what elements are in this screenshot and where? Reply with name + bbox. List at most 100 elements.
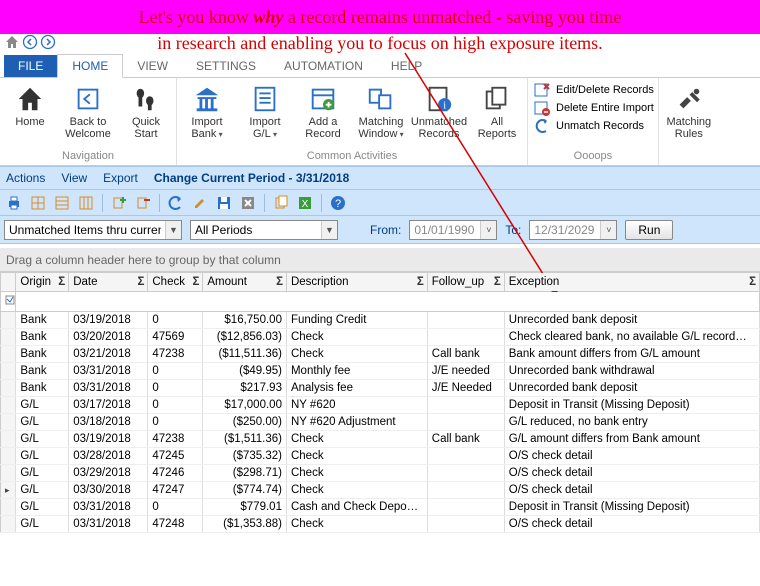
chevron-down-icon[interactable]: ▼ (165, 221, 181, 239)
group-by-bar[interactable]: Drag a column header here to group by th… (0, 248, 760, 272)
tab-automation[interactable]: AUTOMATION (270, 55, 377, 77)
row-selector[interactable] (1, 346, 16, 363)
col-followup[interactable]: Follow_upΣ (427, 273, 504, 292)
chevron-down-icon[interactable]: ˅ (480, 221, 496, 239)
table-row[interactable]: Bank03/19/20180$16,750.00Funding CreditU… (1, 312, 760, 329)
scope-select[interactable]: ▼ (4, 220, 182, 240)
import-bank-button[interactable]: Import Bank ▾ (181, 82, 233, 140)
to-input[interactable] (530, 221, 600, 239)
col-origin[interactable]: OriginΣ (16, 273, 69, 292)
excel-icon[interactable]: X (295, 193, 315, 213)
cell-amount: ($49.95) (203, 363, 287, 380)
print-icon[interactable] (4, 193, 24, 213)
row-selector[interactable] (1, 431, 16, 448)
table-row[interactable]: Bank03/20/201847569($12,856.03)CheckChec… (1, 329, 760, 346)
from-date[interactable]: ˅ (409, 220, 497, 240)
row-selector[interactable] (1, 465, 16, 482)
forward-icon[interactable] (40, 34, 56, 53)
grid3-icon[interactable] (76, 193, 96, 213)
from-input[interactable] (410, 221, 480, 239)
cell-origin: G/L (16, 516, 69, 533)
table-row[interactable]: Bank03/21/201847238($11,511.36)CheckCall… (1, 346, 760, 363)
back-to-welcome-button[interactable]: Back to Welcome (62, 82, 114, 140)
row-selector[interactable] (1, 363, 16, 380)
table-row[interactable]: G/L03/19/201847238($1,511.36)CheckCall b… (1, 431, 760, 448)
discard-icon[interactable] (238, 193, 258, 213)
row-selector[interactable] (1, 380, 16, 397)
tab-settings[interactable]: SETTINGS (182, 55, 270, 77)
run-button[interactable]: Run (625, 220, 673, 240)
cell-followup (427, 329, 504, 346)
copy-icon[interactable] (271, 193, 291, 213)
row-selector[interactable] (1, 397, 16, 414)
cell-origin: Bank (16, 346, 69, 363)
tab-help[interactable]: HELP (377, 55, 436, 77)
home-icon[interactable] (4, 34, 20, 53)
row-selector[interactable] (1, 312, 16, 329)
table-row[interactable]: Bank03/31/20180$217.93Analysis feeJ/E Ne… (1, 380, 760, 397)
undo-icon[interactable] (166, 193, 186, 213)
table-row[interactable]: G/L03/28/201847245($735.32)CheckO/S chec… (1, 448, 760, 465)
table-row[interactable]: G/L03/31/201847248($1,353.88)CheckO/S ch… (1, 516, 760, 533)
unmatched-records-button[interactable]: i Unmatched Records (413, 82, 465, 140)
col-description[interactable]: DescriptionΣ (286, 273, 427, 292)
cell-amount: ($12,856.03) (203, 329, 287, 346)
col-date[interactable]: DateΣ (69, 273, 148, 292)
filter-row-icon[interactable] (1, 292, 16, 312)
table-row[interactable]: G/L03/31/20180$779.01Cash and Check Depo… (1, 499, 760, 516)
back-icon[interactable] (22, 34, 38, 53)
scope-input[interactable] (5, 221, 165, 239)
tab-view[interactable]: VIEW (123, 55, 182, 77)
table-row[interactable]: Bank03/31/20180($49.95)Monthly feeJ/E ne… (1, 363, 760, 380)
cell-description: Check (286, 482, 427, 499)
grid1-icon[interactable] (28, 193, 48, 213)
matching-window-label: Matching Window ▾ (358, 116, 403, 140)
delete-entire-import-button[interactable]: Delete Entire Import (534, 100, 654, 116)
tab-home[interactable]: HOME (57, 54, 123, 78)
save-icon[interactable] (214, 193, 234, 213)
home-label: Home (15, 116, 44, 128)
tab-file[interactable]: FILE (4, 55, 57, 77)
col-amount[interactable]: AmountΣ (203, 273, 287, 292)
cell-description: Check (286, 465, 427, 482)
unmatch-records-button[interactable]: Unmatch Records (534, 118, 654, 134)
view-menu[interactable]: View (61, 171, 87, 185)
row-selector[interactable] (1, 516, 16, 533)
row-selector[interactable] (1, 448, 16, 465)
quick-start-button[interactable]: Quick Start (120, 82, 172, 140)
grid2-icon[interactable] (52, 193, 72, 213)
to-date[interactable]: ˅ (529, 220, 617, 240)
add-icon[interactable] (109, 193, 129, 213)
table-row[interactable]: G/L03/18/20180($250.00)NY #620 Adjustmen… (1, 414, 760, 431)
chevron-down-icon[interactable]: ▼ (321, 221, 337, 239)
svg-text:X: X (302, 199, 309, 210)
current-period-status[interactable]: Change Current Period - 3/31/2018 (154, 171, 349, 185)
row-selector[interactable] (1, 414, 16, 431)
col-exception[interactable]: ExceptionΣ (504, 273, 759, 292)
edit-delete-records-button[interactable]: Edit/Delete Records (534, 82, 654, 98)
help-icon[interactable]: ? (328, 193, 348, 213)
all-reports-button[interactable]: All Reports (471, 82, 523, 140)
remove-icon[interactable] (133, 193, 153, 213)
table-row[interactable]: G/L03/17/20180$17,000.00NY #620Deposit i… (1, 397, 760, 414)
row-selector[interactable] (1, 499, 16, 516)
col-check[interactable]: CheckΣ (148, 273, 203, 292)
actions-menu[interactable]: Actions (6, 171, 45, 185)
export-menu[interactable]: Export (103, 171, 138, 185)
add-record-button[interactable]: Add a Record (297, 82, 349, 140)
cell-amount: ($11,511.36) (203, 346, 287, 363)
table-row[interactable]: G/L03/29/201847246($298.71)CheckO/S chec… (1, 465, 760, 482)
period-select[interactable]: ▼ (190, 220, 338, 240)
row-selector[interactable] (1, 482, 16, 499)
matching-window-button[interactable]: Matching Window ▾ (355, 82, 407, 140)
cell-check: 0 (148, 397, 203, 414)
table-row[interactable]: G/L03/30/201847247($774.74)CheckO/S chec… (1, 482, 760, 499)
ooops-group-label: Oooops (532, 149, 654, 163)
matching-rules-button[interactable]: Matching Rules (663, 82, 715, 140)
chevron-down-icon[interactable]: ˅ (600, 221, 616, 239)
import-gl-button[interactable]: Import G/L ▾ (239, 82, 291, 140)
edit-icon[interactable] (190, 193, 210, 213)
row-selector[interactable] (1, 329, 16, 346)
period-input[interactable] (191, 221, 321, 239)
home-button[interactable]: Home (4, 82, 56, 128)
